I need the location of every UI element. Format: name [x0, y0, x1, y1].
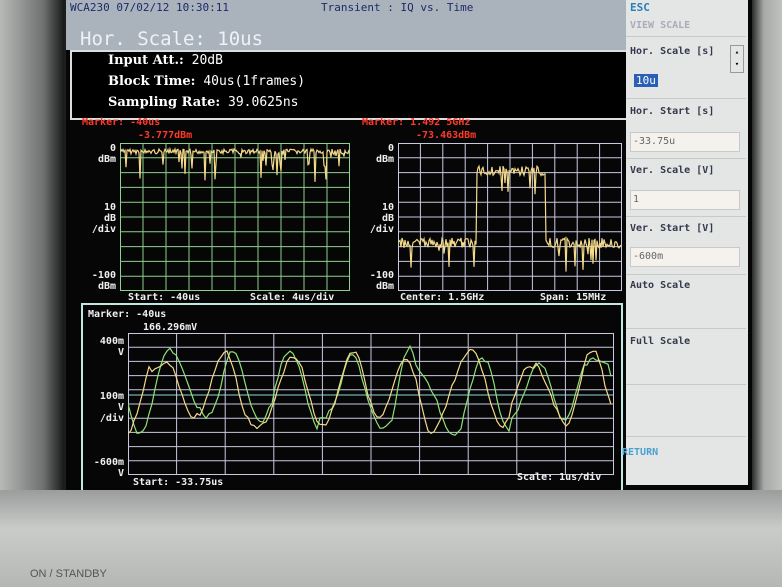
menu-title: VIEW SCALE [630, 20, 691, 31]
pt-y-bottom-unit: dBm [97, 281, 116, 292]
rate-label: Sampling Rate: [108, 95, 221, 110]
return-button[interactable]: RETURN [622, 447, 658, 458]
spec-y-scale: 10 [381, 202, 394, 213]
esc-button[interactable]: ESC [630, 1, 650, 14]
pt-marker-value: -3.777dBm [138, 130, 193, 141]
hor-scale-label: Hor. Scale [s] [630, 46, 715, 57]
pt-start: Start: -40us [128, 292, 201, 303]
block-value: 40us(1frames) [203, 74, 306, 89]
q-trace [128, 344, 612, 436]
iq-y-top: 400m [99, 336, 124, 347]
bezel-right [752, 0, 782, 500]
page-title: Hor. Scale: 10us [80, 28, 264, 50]
spec-y-bottom: -100 [369, 270, 394, 281]
bezel-left [0, 0, 62, 500]
pt-scale: Scale: 4us/div [250, 292, 335, 303]
iq-y-scale-div: /div [99, 413, 124, 424]
hor-scale-spinner[interactable]: ▴ ▾ [730, 45, 744, 73]
i-trace [128, 348, 612, 435]
spec-marker: Marker: 1.492 5GHz [362, 117, 471, 128]
hor-start-label: Hor. Start [s] [630, 106, 715, 117]
iq-y-bottom: -600m [93, 457, 124, 468]
ver-start-label: Ver. Start [V] [630, 223, 715, 234]
iq-y-scale: 100m [99, 391, 124, 402]
iq-y-bottom-unit: V [117, 468, 124, 479]
spec-y-top: 0 [387, 143, 394, 154]
spec-center: Center: 1.5GHz [400, 292, 485, 303]
measurement-mode: Transient : IQ vs. Time [321, 1, 474, 14]
info-box: Input Att.: 20dB Block Time: 40us(1frame… [70, 50, 629, 120]
spec-y-scale-div: /div [369, 224, 394, 235]
pt-y-scale: 10 [103, 202, 116, 213]
iq-marker: Marker: -40us [88, 309, 167, 320]
pt-y-scale-unit: dB [103, 213, 116, 224]
block-label: Block Time: [108, 74, 196, 89]
iq-y-scale-unit: V [117, 402, 124, 413]
att-label: Input Att.: [108, 53, 184, 68]
pt-y-top: 0 [109, 143, 116, 154]
bezel-bottom [0, 490, 782, 587]
hor-start-input[interactable]: -33.75u [630, 132, 740, 152]
iq-time-plot [128, 333, 614, 475]
iq-marker-value: 166.296mV [143, 322, 198, 333]
auto-scale-button[interactable]: Auto Scale [630, 280, 690, 291]
spec-marker-value: -73.463dBm [416, 130, 477, 141]
side-menu: ESC VIEW SCALE Hor. Scale [s] ▴ ▾ 10u Hor… [622, 0, 748, 485]
iq-y-top-unit: V [117, 347, 124, 358]
ver-scale-input[interactable]: 1 [630, 190, 740, 210]
pt-y-scale-div: /div [91, 224, 116, 235]
hor-scale-input[interactable]: 10u [634, 74, 658, 87]
spectrum-plot [398, 143, 622, 291]
power-time-plot [120, 143, 350, 291]
spec-y-scale-unit: dB [381, 213, 394, 224]
pt-y-bottom: -100 [91, 270, 116, 281]
rate-value: 39.0625ns [228, 95, 299, 110]
full-scale-button[interactable]: Full Scale [630, 336, 690, 347]
ver-scale-label: Ver. Scale [V] [630, 165, 715, 176]
device-status: WCA230 07/02/12 10:30:11 [70, 1, 229, 14]
pt-marker: Marker: -40us [82, 117, 161, 128]
att-value: 20dB [191, 53, 223, 68]
ver-start-input[interactable]: -600m [630, 247, 740, 267]
iq-start: Start: -33.75us [133, 477, 224, 488]
standby-label: ON / STANDBY [30, 568, 107, 580]
iq-scale: Scale: 1us/div [517, 472, 602, 483]
spec-y-bottom-unit: dBm [375, 281, 394, 292]
pt-y-top-unit: dBm [97, 154, 116, 165]
spec-span: Span: 15MHz [540, 292, 607, 303]
spec-y-top-unit: dBm [375, 154, 394, 165]
